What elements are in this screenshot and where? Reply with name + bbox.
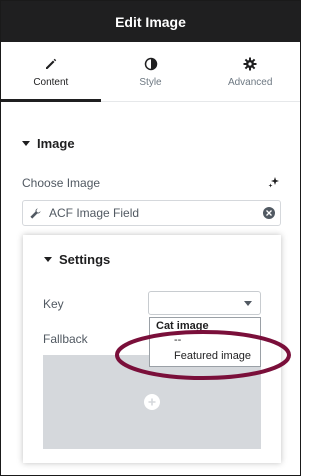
image-section-title: Image [37,136,75,151]
settings-section-toggle[interactable]: Settings [44,252,110,267]
key-select[interactable] [148,291,261,315]
fallback-label: Fallback [43,332,88,346]
clear-field-button[interactable] [263,207,275,219]
key-dropdown-list: Cat image -- Featured image [149,317,261,367]
edit-image-panel: Edit Image Content Style Advanced Image … [0,0,301,476]
tab-advanced-label: Advanced [227,77,273,88]
panel-header: Edit Image [1,1,300,42]
dropdown-group-label: Cat image [156,320,209,332]
dropdown-option[interactable]: -- [174,334,181,346]
tab-content[interactable]: Content [1,42,101,102]
dropdown-option[interactable]: Featured image [174,350,251,362]
panel-title: Edit Image [115,13,186,30]
chevron-down-icon [244,301,252,306]
choose-image-label: Choose Image [22,176,101,190]
tab-bar: Content Style Advanced [1,42,300,102]
gear-icon [243,57,257,71]
tab-advanced[interactable]: Advanced [200,42,300,101]
fallback-image-picker[interactable] [43,355,261,449]
plus-icon [148,398,156,406]
key-label: Key [43,297,64,311]
tab-style[interactable]: Style [101,42,201,101]
wrench-icon [30,207,41,219]
ai-sparkle-icon[interactable] [267,175,281,189]
tab-content-label: Content [33,77,69,88]
dynamic-tag-field[interactable]: ACF Image Field [22,200,281,226]
settings-title: Settings [59,252,111,267]
image-section-toggle[interactable]: Image [22,136,75,151]
pencil-icon [45,58,57,69]
plus-circle-icon [144,394,160,410]
caret-down-icon [44,257,52,262]
caret-down-icon [22,141,30,146]
dynamic-tag-value: ACF Image Field [49,206,140,220]
tab-style-label: Style [139,77,162,88]
half-circle-icon [144,57,157,71]
close-icon [266,210,272,216]
